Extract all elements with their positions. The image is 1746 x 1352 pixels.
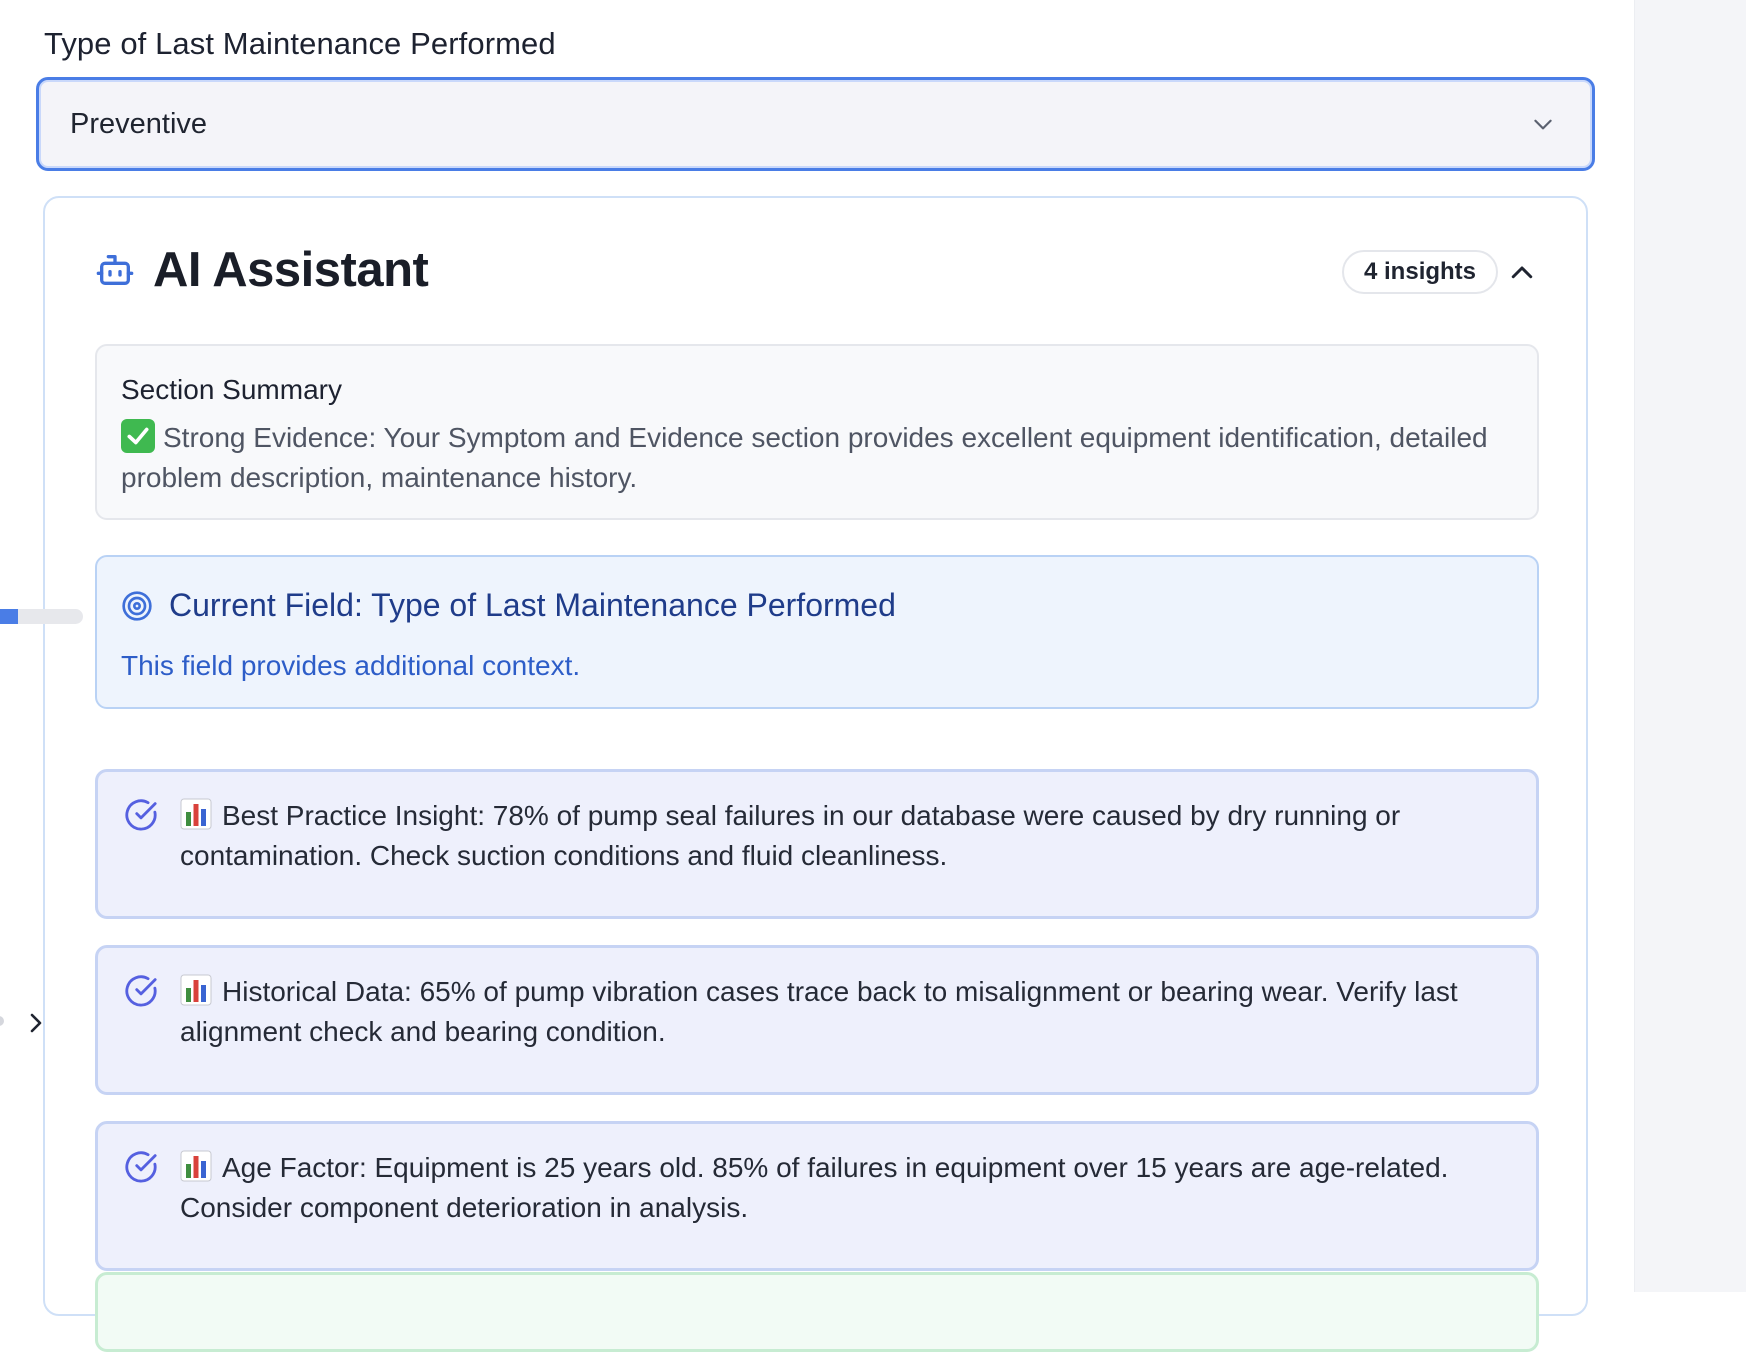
chevron-up-icon[interactable] [1507,258,1537,288]
section-summary-title: Section Summary [121,374,342,405]
circle-check-icon [125,799,157,831]
left-progress-bar [0,609,83,624]
circle-check-icon [125,975,157,1007]
target-icon [122,590,152,621]
left-handle-dot [0,1016,4,1026]
insight-text: Age Factor: Equipment is 25 years old. 8… [180,1152,1449,1223]
field-label: Type of Last Maintenance Performed [44,26,556,61]
insight-card: Historical Data: 65% of pump vibration c… [95,945,1539,1095]
bot-icon [96,255,134,285]
section-summary-text: Strong Evidence: Your Symptom and Eviden… [121,422,1488,493]
section-summary-card: Section Summary Strong Evidence: Your Sy… [95,344,1539,520]
current-field-description: This field provides additional context. [121,650,581,681]
current-field-card: Current Field: Type of Last Maintenance … [95,555,1539,709]
current-field-title: Current Field: Type of Last Maintenance … [169,587,896,623]
bar-chart-emoji-icon [180,974,212,1006]
insight-text: Historical Data: 65% of pump vibration c… [180,976,1458,1047]
insight-text: Best Practice Insight: 78% of pump seal … [180,800,1401,871]
bar-chart-emoji-icon [180,798,212,830]
insight-card: Best Practice Insight: 78% of pump seal … [95,769,1539,919]
bar-chart-emoji-icon [180,1150,212,1182]
ai-assistant-panel: AI Assistant 4 insights Section Summary … [43,196,1588,1352]
maintenance-type-select[interactable]: Preventive [36,77,1595,171]
left-progress-fill [0,609,19,624]
ai-assistant-title: AI Assistant [153,243,429,297]
check-mark-emoji-icon [121,419,155,453]
insights-count-badge: 4 insights [1342,250,1499,294]
next-insight-card-partial [95,1272,1539,1352]
ai-assistant-header: AI Assistant [95,240,429,300]
circle-check-icon [125,1151,157,1183]
chevron-right-icon[interactable] [24,1010,48,1036]
insight-card: Age Factor: Equipment is 25 years old. 8… [95,1121,1539,1271]
right-gutter [1634,0,1746,1292]
select-value: Preventive [70,107,208,140]
chevron-down-icon [1534,119,1552,130]
